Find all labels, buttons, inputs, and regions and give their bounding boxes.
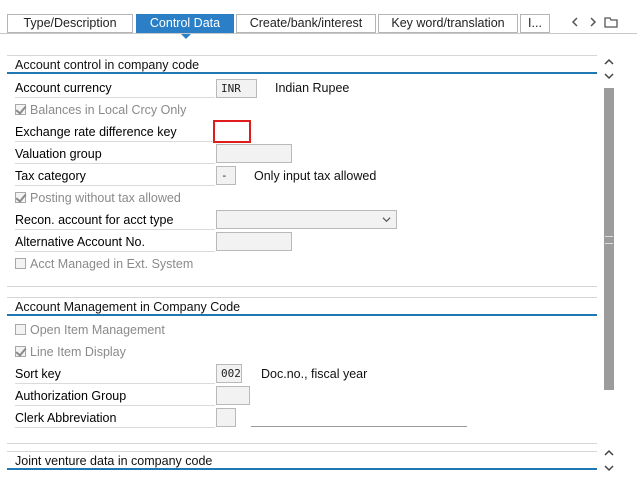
chevron-right-icon[interactable] [584,13,602,31]
acct-ext-system-checkbox[interactable] [15,258,26,269]
section-joint-venture-title: Joint venture data in company code [7,451,597,470]
alternative-account-field[interactable] [216,232,292,251]
sort-key-description: Doc.no., fiscal year [261,367,368,381]
section-account-control-title: Account control in company code [7,55,597,74]
account-currency-field[interactable]: INR [216,79,257,98]
sort-key-field[interactable]: 002 [216,364,242,383]
tax-category-description: Only input tax allowed [254,169,377,183]
chevron-down-icon[interactable] [602,69,616,83]
balances-local-crcy-checkbox[interactable] [15,104,26,115]
tab-frame-border [0,33,637,34]
recon-account-dropdown[interactable] [216,210,397,229]
authorization-group-label: Authorization Group [15,386,215,406]
tab-key-word-translation[interactable]: Key word/translation [378,14,518,33]
posting-without-tax-row[interactable]: Posting without tax allowed [15,188,181,208]
posting-without-tax-checkbox[interactable] [15,192,26,203]
clerk-abbreviation-field[interactable] [216,408,236,427]
section-divider [7,286,597,287]
sort-key-label: Sort key [15,364,215,384]
clerk-abbreviation-label: Clerk Abbreviation [15,408,215,428]
line-item-display-label: Line Item Display [30,345,126,359]
line-item-display-checkbox[interactable] [15,346,26,357]
valuation-group-label: Valuation group [15,144,215,164]
authorization-group-field[interactable] [216,386,250,405]
balances-local-crcy-label: Balances in Local Crcy Only [30,103,187,117]
open-item-management-row[interactable]: Open Item Management [15,320,165,340]
recon-account-label: Recon. account for acct type [15,210,215,230]
chevron-left-icon[interactable] [566,13,584,31]
section-account-management-title: Account Management in Company Code [7,297,597,316]
clerk-name-line [251,426,467,427]
tab-create-bank-interest[interactable]: Create/bank/interest [236,14,376,33]
acct-ext-system-row[interactable]: Acct Managed in Ext. System [15,254,193,274]
tax-category-field[interactable]: - [216,166,236,185]
chevron-up-icon[interactable] [602,55,616,69]
open-item-management-checkbox[interactable] [15,324,26,335]
alternative-account-label: Alternative Account No. [15,232,215,252]
tab-overflow[interactable]: I... [520,14,550,33]
line-item-display-row[interactable]: Line Item Display [15,342,126,362]
tab-control-data[interactable]: Control Data [136,14,234,33]
posting-without-tax-label: Posting without tax allowed [30,191,181,205]
tab-list-icon[interactable] [602,13,620,31]
section-divider [7,443,597,444]
account-currency-label: Account currency [15,78,215,98]
tax-category-label: Tax category [15,166,215,186]
chevron-down-icon[interactable] [602,461,616,475]
account-currency-description: Indian Rupee [275,81,350,95]
balances-local-crcy-row[interactable]: Balances in Local Crcy Only [15,100,186,120]
control-data-panel: Account control in company code Account … [0,52,600,481]
valuation-group-field[interactable] [216,144,292,163]
tab-type-description[interactable]: Type/Description [7,14,133,33]
tab-strip: Type/Description Control Data Create/ban… [0,0,637,39]
open-item-management-label: Open Item Management [30,323,165,337]
exchange-rate-key-label: Exchange rate difference key [15,122,215,142]
acct-ext-system-label: Acct Managed in Ext. System [30,257,194,271]
chevron-down-icon[interactable] [382,215,391,224]
exchange-rate-key-input[interactable] [213,120,251,143]
scrollbar-grip [605,236,613,244]
chevron-up-icon[interactable] [602,446,616,460]
